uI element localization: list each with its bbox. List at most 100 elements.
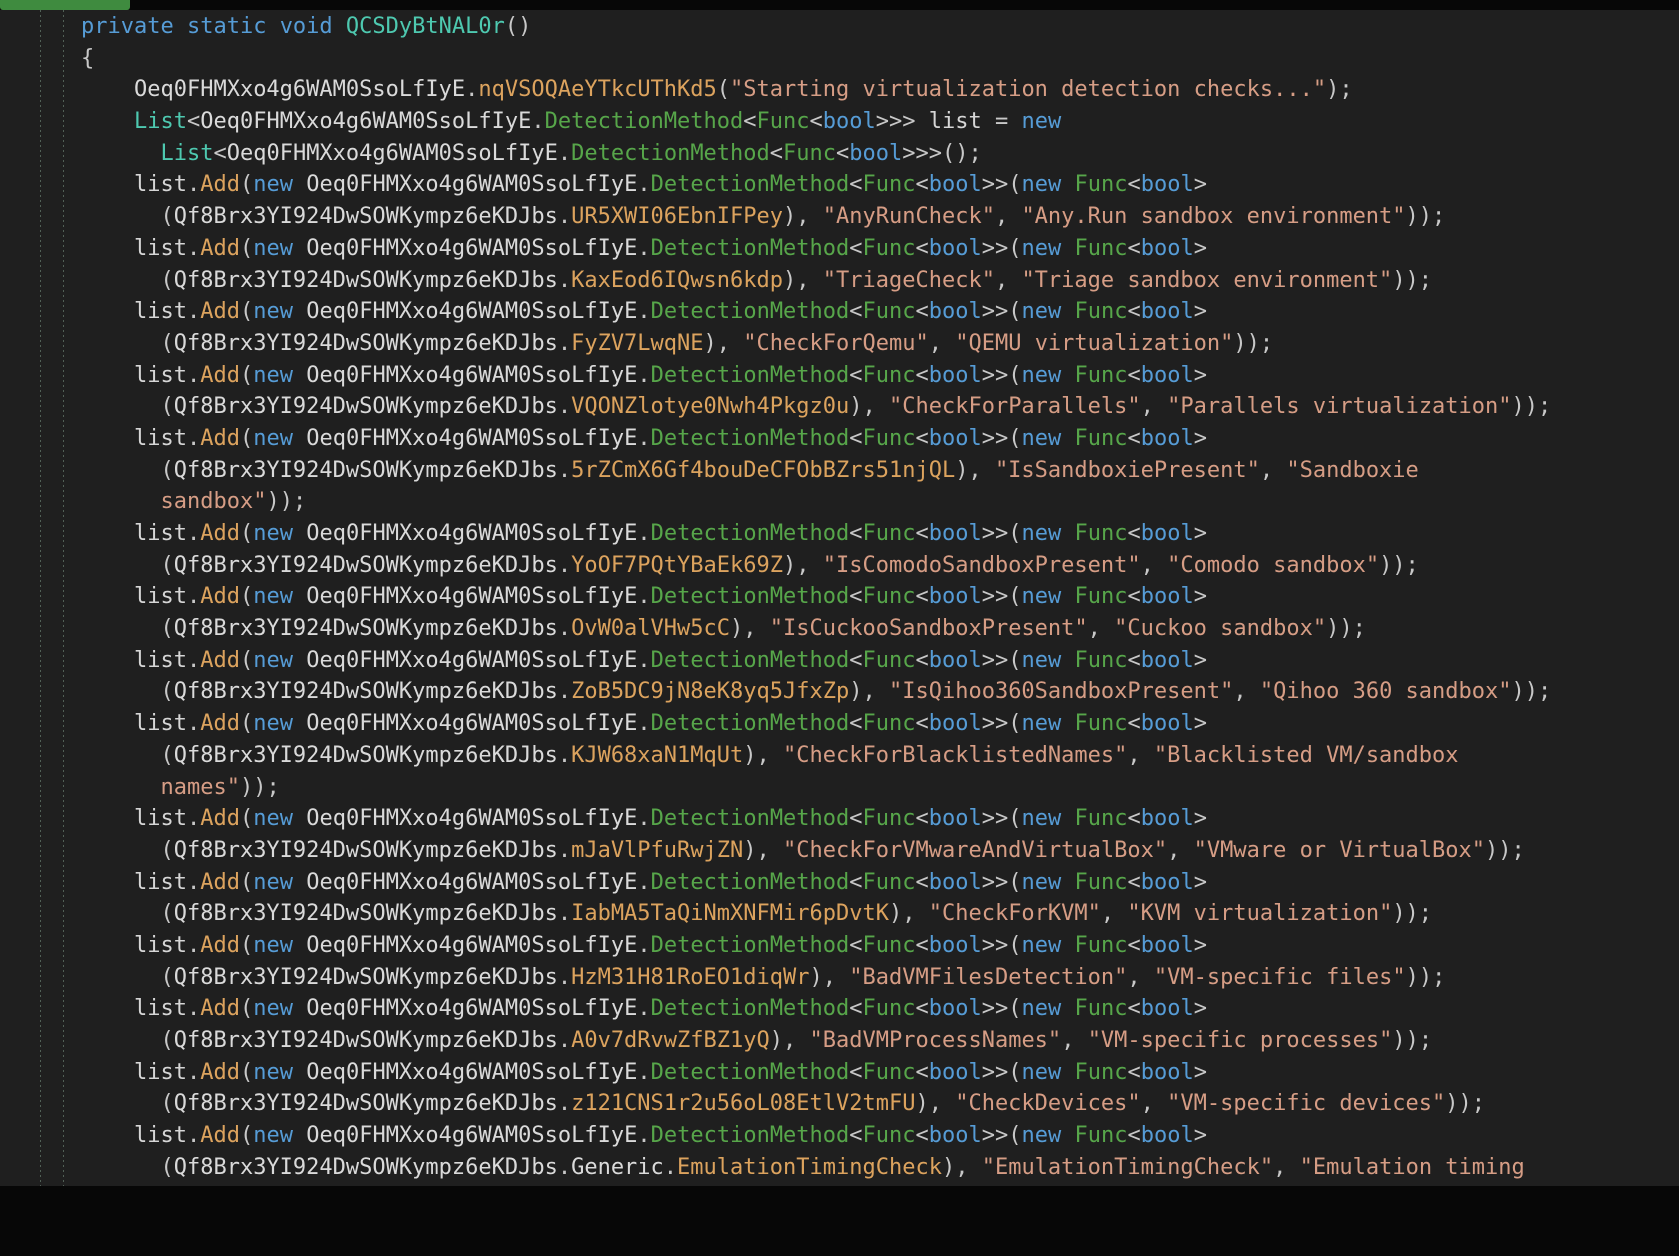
code-line[interactable]: (Qf8Brx3YI924DwSOWKympz6eKDJbs.KaxEod6IQ… <box>81 265 1679 297</box>
code-line[interactable]: (Qf8Brx3YI924DwSOWKympz6eKDJbs.HzM31H81R… <box>81 962 1679 994</box>
code-area[interactable]: private static void QCSDyBtNAL0r(){ Oeq0… <box>0 10 1679 1187</box>
code-line[interactable]: list.Add(new Oeq0FHMXxo4g6WAM0SsoLfIyE.D… <box>81 233 1679 265</box>
code-token: ), <box>849 394 889 420</box>
code-token: new <box>1021 806 1062 832</box>
code-line[interactable]: list.Add(new Oeq0FHMXxo4g6WAM0SsoLfIyE.D… <box>81 581 1679 613</box>
code-token: . <box>557 330 572 356</box>
code-token: . <box>637 1059 651 1085</box>
code-token: , <box>1167 837 1194 863</box>
code-token: Qf8Brx3YI924DwSOWKympz6eKDJbs <box>173 552 558 578</box>
code-line[interactable]: list.Add(new Oeq0FHMXxo4g6WAM0SsoLfIyE.D… <box>81 993 1679 1025</box>
code-token: new <box>253 647 293 673</box>
code-token: > <box>1193 235 1207 261</box>
code-line[interactable]: (Qf8Brx3YI924DwSOWKympz6eKDJbs.UR5XWI06E… <box>81 201 1679 233</box>
code-token: "Qihoo 360 sandbox" <box>1259 679 1512 705</box>
code-token: . <box>186 932 201 958</box>
code-line[interactable]: list.Add(new Oeq0FHMXxo4g6WAM0SsoLfIyE.D… <box>81 867 1679 899</box>
code-token: < <box>849 299 863 325</box>
code-line[interactable]: list.Add(new Oeq0FHMXxo4g6WAM0SsoLfIyE.D… <box>81 803 1679 835</box>
code-token: bool <box>928 996 982 1022</box>
code-line[interactable]: sandbox")); <box>81 486 1679 518</box>
code-line[interactable]: list.Add(new Oeq0FHMXxo4g6WAM0SsoLfIyE.D… <box>81 423 1679 455</box>
code-line[interactable]: list.Add(new Oeq0FHMXxo4g6WAM0SsoLfIyE.D… <box>81 708 1679 740</box>
code-token: bool <box>1140 647 1194 673</box>
code-token: "IsQihoo360SandboxPresent" <box>888 679 1234 705</box>
code-token: ), <box>941 1154 982 1180</box>
code-token: "IsComodoSandboxPresent" <box>822 552 1141 578</box>
code-line[interactable]: (Qf8Brx3YI924DwSOWKympz6eKDJbs.A0v7dRvwZ… <box>81 1025 1679 1057</box>
code-token: Func <box>1074 1059 1128 1085</box>
code-token: bool <box>928 932 982 958</box>
code-token: < <box>849 1059 863 1085</box>
code-token: DetectionMethod <box>650 932 850 958</box>
code-token: > <box>1193 711 1207 737</box>
code-token: Func <box>862 584 916 610</box>
code-line[interactable]: (Qf8Brx3YI924DwSOWKympz6eKDJbs.YoOF7PQtY… <box>81 550 1679 582</box>
code-line[interactable]: list.Add(new Oeq0FHMXxo4g6WAM0SsoLfIyE.D… <box>81 645 1679 677</box>
code-token: >>( <box>981 362 1022 388</box>
code-token: new <box>1021 584 1062 610</box>
code-token: DetectionMethod <box>571 140 770 166</box>
code-token: Add <box>200 711 240 737</box>
code-token: bool <box>928 806 982 832</box>
code-line[interactable]: List<Oeq0FHMXxo4g6WAM0SsoLfIyE.Detection… <box>81 138 1679 170</box>
code-line[interactable]: (Qf8Brx3YI924DwSOWKympz6eKDJbs.z121CNS1r… <box>81 1088 1679 1120</box>
code-token: "CheckForBlacklistedNames" <box>783 742 1128 768</box>
code-token: Add <box>200 996 240 1022</box>
code-line[interactable]: (Qf8Brx3YI924DwSOWKympz6eKDJbs.5rZCmX6Gf… <box>81 455 1679 487</box>
code-token: )); <box>1405 204 1446 230</box>
code-token: "QEMU virtualization" <box>955 330 1234 356</box>
code-line[interactable]: list.Add(new Oeq0FHMXxo4g6WAM0SsoLfIyE.D… <box>81 296 1679 328</box>
code-token: "AnyRunCheck" <box>822 204 995 230</box>
code-line[interactable]: names")); <box>81 772 1679 804</box>
code-line[interactable]: private static void QCSDyBtNAL0r() <box>81 11 1679 43</box>
code-token: . <box>186 1059 201 1085</box>
code-token: new <box>253 1123 293 1149</box>
code-token: Qf8Brx3YI924DwSOWKympz6eKDJbs <box>173 964 558 990</box>
code-line[interactable]: (Qf8Brx3YI924DwSOWKympz6eKDJbs.VQONZloty… <box>81 391 1679 423</box>
code-token: . <box>557 1091 572 1117</box>
code-line[interactable]: (Qf8Brx3YI924DwSOWKympz6eKDJbs.IabMA5TaQ… <box>81 898 1679 930</box>
code-line[interactable]: list.Add(new Oeq0FHMXxo4g6WAM0SsoLfIyE.D… <box>81 518 1679 550</box>
code-token: >>( <box>981 869 1022 895</box>
code-token: private <box>81 14 187 39</box>
code-token: DetectionMethod <box>650 869 850 895</box>
code-line[interactable]: (Qf8Brx3YI924DwSOWKympz6eKDJbs.OvW0alVHw… <box>81 613 1679 645</box>
code-token: mJaVlPfuRwjZN <box>571 837 744 863</box>
code-token: , <box>1259 457 1287 483</box>
code-token: bool <box>928 235 982 261</box>
code-token: ( <box>81 1091 174 1117</box>
code-token: . <box>663 1154 678 1180</box>
code-line[interactable]: (Qf8Brx3YI924DwSOWKympz6eKDJbs.KJW68xaN1… <box>81 740 1679 772</box>
code-token: list <box>133 521 187 546</box>
code-token: , <box>1140 552 1168 578</box>
code-line[interactable]: { <box>81 43 1679 75</box>
code-line[interactable]: (Qf8Brx3YI924DwSOWKympz6eKDJbs.ZoB5DC9jN… <box>81 676 1679 708</box>
code-line[interactable]: (Qf8Brx3YI924DwSOWKympz6eKDJbs.mJaVlPfuR… <box>81 835 1679 867</box>
tab-fragment[interactable] <box>0 0 130 10</box>
code-line[interactable]: list.Add(new Oeq0FHMXxo4g6WAM0SsoLfIyE.D… <box>81 1120 1679 1152</box>
code-token: Func <box>1074 425 1128 451</box>
code-token: Func <box>862 869 916 895</box>
code-token: . <box>557 267 572 293</box>
code-line[interactable]: list.Add(new Oeq0FHMXxo4g6WAM0SsoLfIyE.D… <box>81 169 1679 201</box>
code-line[interactable]: List<Oeq0FHMXxo4g6WAM0SsoLfIyE.Detection… <box>81 106 1679 138</box>
code-token: bool <box>928 299 982 325</box>
code-line[interactable]: list.Add(new Oeq0FHMXxo4g6WAM0SsoLfIyE.D… <box>81 360 1679 392</box>
code-token: > <box>1193 647 1207 673</box>
code-line[interactable]: (Qf8Brx3YI924DwSOWKympz6eKDJbs.FyZV7LwqN… <box>81 328 1679 360</box>
code-token: Qf8Brx3YI924DwSOWKympz6eKDJbs <box>173 742 558 768</box>
code-line[interactable]: (Qf8Brx3YI924DwSOWKympz6eKDJbs.Generic.E… <box>81 1152 1679 1184</box>
code-token: Func <box>862 299 916 325</box>
code-line[interactable]: Oeq0FHMXxo4g6WAM0SsoLfIyE.nqVSOQAeYTkcUT… <box>81 74 1679 106</box>
code-line[interactable]: list.Add(new Oeq0FHMXxo4g6WAM0SsoLfIyE.D… <box>81 930 1679 962</box>
code-line[interactable]: list.Add(new Oeq0FHMXxo4g6WAM0SsoLfIyE.D… <box>81 1057 1679 1089</box>
